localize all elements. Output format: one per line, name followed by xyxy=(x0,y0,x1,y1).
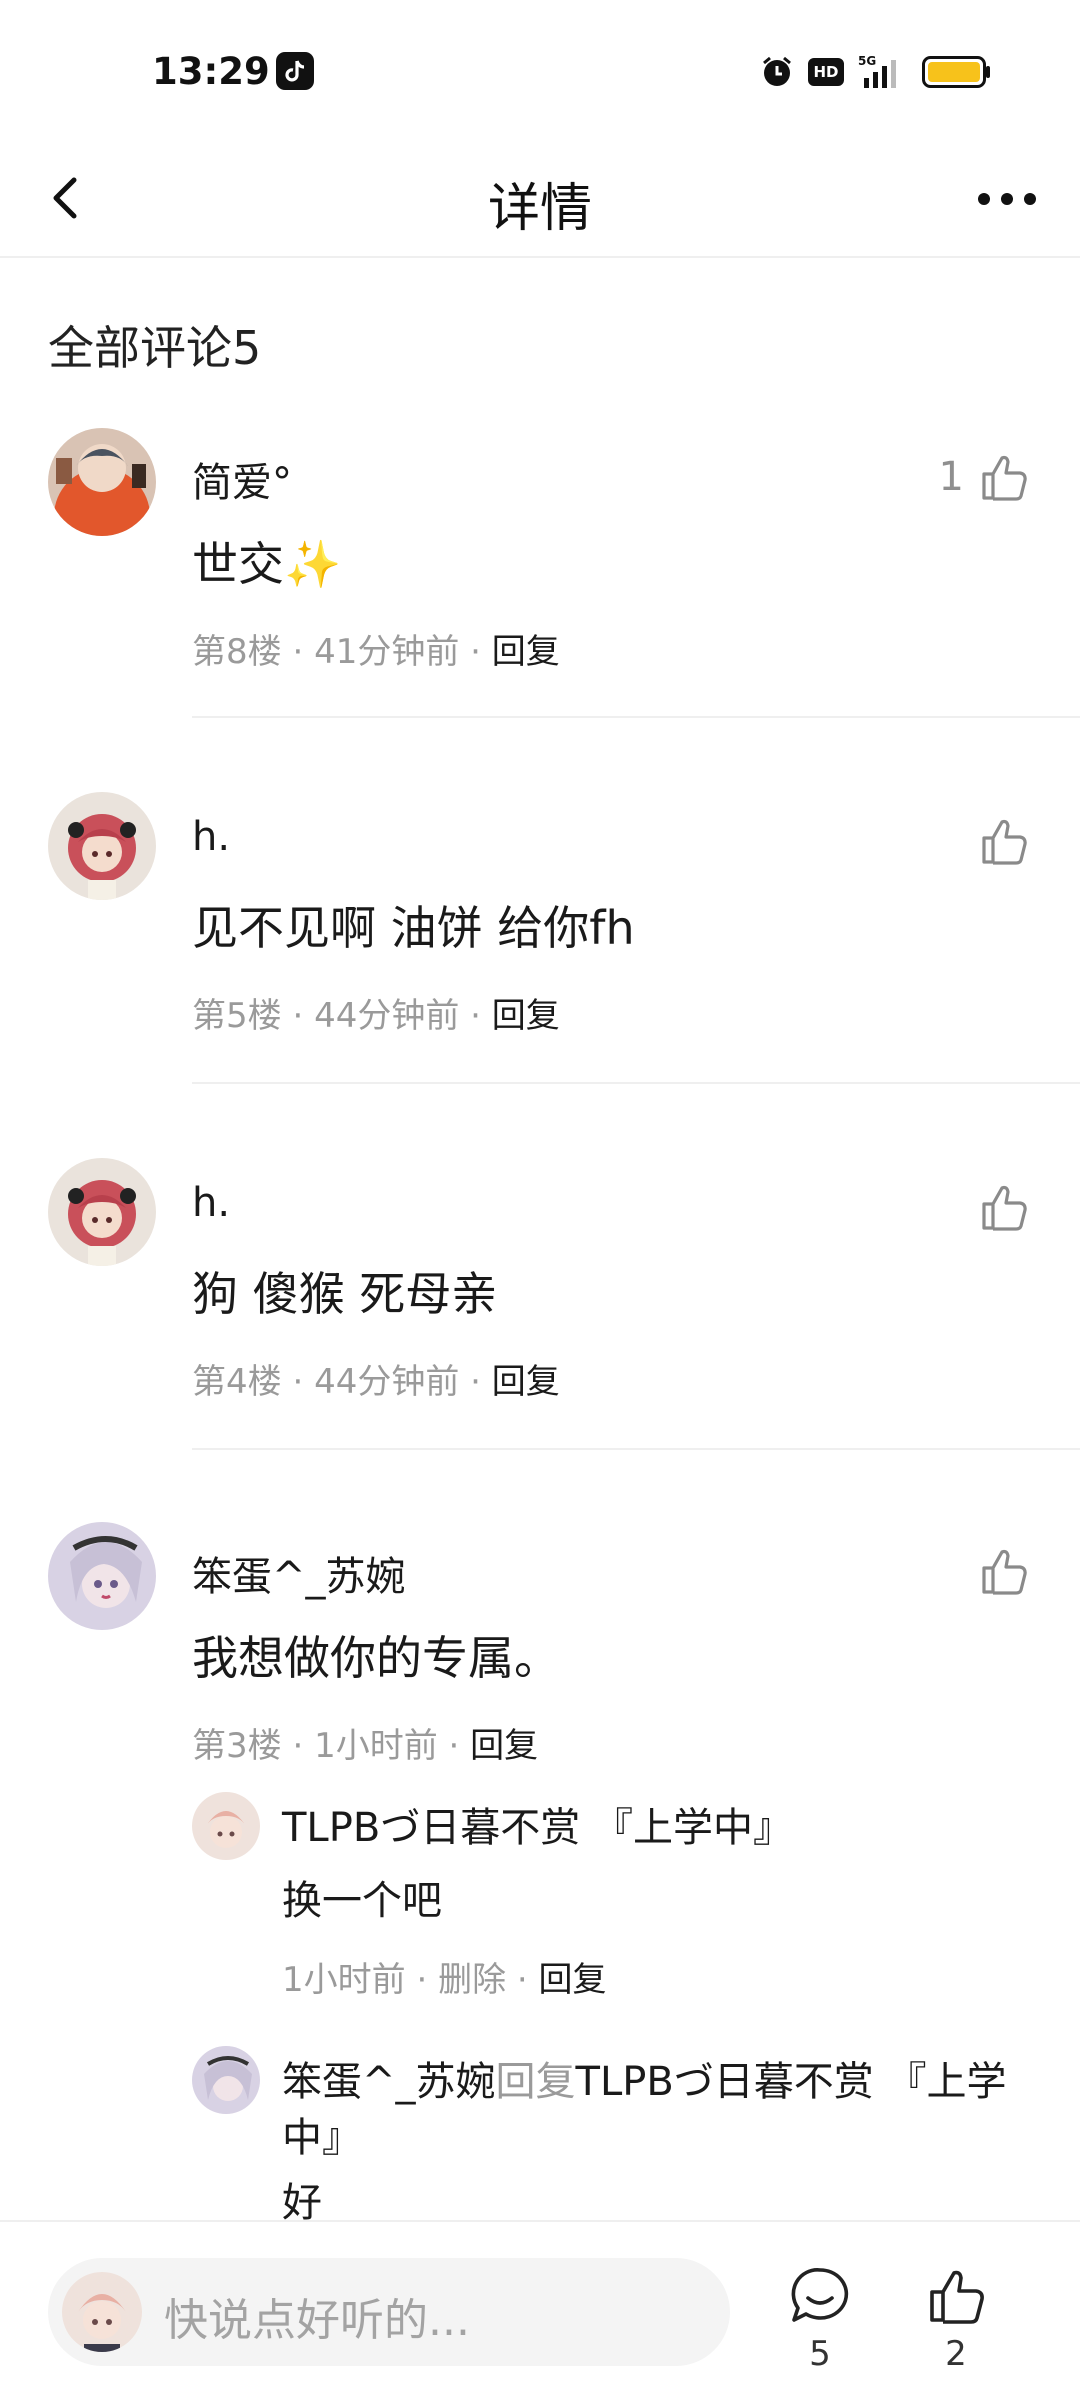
comment-floor: 第5楼 xyxy=(192,996,282,1036)
comment-time: 44分钟前 xyxy=(314,1362,460,1402)
status-time: 13:29 xyxy=(152,50,270,93)
sub-reply-author-name[interactable]: 笨蛋^_苏婉 xyxy=(282,2059,496,2105)
more-dots-icon xyxy=(978,193,1036,205)
comment-author[interactable]: h. xyxy=(192,814,230,860)
battery-icon xyxy=(922,56,990,88)
comment-meta: 第3楼 · 1小时前 · 回复 xyxy=(192,1726,539,1766)
status-icons: HD 5G xyxy=(760,52,992,92)
sub-reply-time: 1小时前 xyxy=(282,1960,406,2000)
signal-5g-icon: 5G xyxy=(858,54,896,88)
comment-author[interactable]: 笨蛋^_苏婉 xyxy=(192,1544,406,1602)
like-button[interactable] xyxy=(964,814,1032,868)
sub-reply-author[interactable]: TLPBづ日暮不赏 『上学中』 xyxy=(282,1800,1042,1856)
reply-button[interactable]: 回复 xyxy=(470,1726,538,1766)
divider xyxy=(192,1082,1080,1084)
avatar[interactable] xyxy=(48,1522,156,1630)
like-button[interactable] xyxy=(964,1544,1032,1598)
like-button[interactable]: 1 xyxy=(939,450,1032,504)
avatar[interactable] xyxy=(48,1158,156,1266)
comment-bubble-icon xyxy=(791,2268,849,2322)
avatar[interactable] xyxy=(192,1792,260,1860)
more-button[interactable] xyxy=(972,174,1042,224)
sub-reply-meta: 1小时前 · 删除 · 回复 xyxy=(282,1960,607,2000)
reply-button[interactable]: 回复 xyxy=(492,996,560,1036)
thumb-up-icon xyxy=(982,1185,1027,1231)
thumb-up-icon xyxy=(982,455,1027,501)
comment-meta: 第8楼 · 41分钟前 · 回复 xyxy=(192,632,560,672)
like-count: 2 xyxy=(945,2334,967,2374)
thumb-up-icon xyxy=(930,2270,984,2324)
comment-meta: 第5楼 · 44分钟前 · 回复 xyxy=(192,996,560,1036)
like-count: 1 xyxy=(938,454,964,500)
avatar[interactable] xyxy=(192,2046,260,2114)
comment-text: 世交✨ xyxy=(192,537,342,591)
comment-floor: 第8楼 xyxy=(192,632,282,672)
hd-icon: HD xyxy=(808,58,844,86)
reply-button[interactable]: 回复 xyxy=(492,1362,560,1402)
sub-reply-author: 笨蛋^_苏婉回复TLPBづ日暮不赏 『上学中』 xyxy=(282,2054,1042,2166)
comment-author[interactable]: h. xyxy=(192,1180,230,1226)
divider xyxy=(192,716,1080,718)
avatar[interactable] xyxy=(48,428,156,536)
like-post-button[interactable]: 2 xyxy=(916,2264,996,2374)
comment-input[interactable]: 快说点好听的... xyxy=(48,2258,730,2366)
comment-author[interactable]: 简爱° xyxy=(192,450,292,508)
reply-button[interactable]: 回复 xyxy=(492,632,560,672)
divider xyxy=(192,1448,1080,1450)
comment-time: 1小时前 xyxy=(314,1726,438,1766)
comment-floor: 第4楼 xyxy=(192,1362,282,1402)
nav-bar: 详情 xyxy=(0,140,1080,258)
comment-floor: 第3楼 xyxy=(192,1726,282,1766)
comments-header: 全部评论5 xyxy=(48,321,262,375)
avatar xyxy=(62,2272,142,2352)
svg-text:5G: 5G xyxy=(858,54,876,68)
comment-time: 44分钟前 xyxy=(314,996,460,1036)
comment-time: 41分钟前 xyxy=(314,632,460,672)
reply-button[interactable]: 回复 xyxy=(539,1960,607,2000)
sub-reply-text: 换一个吧 xyxy=(282,1878,442,1924)
thumb-up-icon xyxy=(982,1549,1027,1595)
alarm-icon xyxy=(763,56,791,86)
comment-count: 5 xyxy=(809,2334,831,2374)
bottom-bar: 快说点好听的... 5 2 xyxy=(0,2220,1080,2400)
like-button[interactable] xyxy=(964,1180,1032,1234)
comment-text: 狗 傻猴 死母亲 xyxy=(192,1267,498,1321)
comment-input-placeholder: 快说点好听的... xyxy=(164,2295,470,2346)
comment-button[interactable]: 5 xyxy=(780,2264,860,2374)
comment-meta: 第4楼 · 44分钟前 · 回复 xyxy=(192,1362,560,1402)
reply-word: 回复 xyxy=(495,2059,576,2105)
thumb-up-icon xyxy=(982,819,1027,865)
comment-text: 我想做你的专属。 xyxy=(192,1631,560,1685)
delete-button[interactable]: 删除 xyxy=(438,1960,506,2000)
status-bar: 13:29 HD 5G xyxy=(0,0,1080,140)
comment-text: 见不见啊 油饼 给你fh xyxy=(192,901,635,955)
tiktok-icon xyxy=(276,52,314,90)
avatar[interactable] xyxy=(48,792,156,900)
page-title: 详情 xyxy=(487,179,592,239)
